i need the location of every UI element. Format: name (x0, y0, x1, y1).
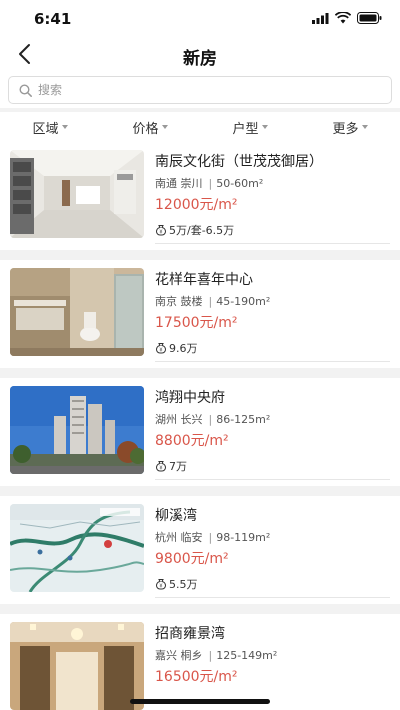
meta-separator: | (208, 413, 213, 426)
listing-district: 临安 (180, 531, 203, 544)
meta-separator: | (208, 295, 213, 308)
filter-more[interactable]: 更多 (300, 112, 400, 142)
divider (155, 361, 390, 362)
listing-price: 9800元/m² (155, 551, 229, 567)
listing-price: 17500元/m² (155, 315, 238, 331)
listing-district: 鼓楼 (180, 295, 203, 308)
filter-area[interactable]: 区域 (0, 112, 100, 142)
status-time: 6:41 (34, 10, 72, 28)
listing-card[interactable]: 鸿翔中央府 湖州 长兴 | 86-125m² 8800元/m² ¥ 7万 (0, 378, 400, 486)
listing-area: 45-190m² (216, 295, 271, 308)
divider (155, 243, 390, 244)
listing-price: 16500元/m² (155, 669, 238, 685)
listing-city: 杭州 (155, 531, 177, 544)
listing-meta: 南通 崇川 | 50-60m² (155, 175, 263, 191)
listing-total-row: ¥ 7万 (155, 458, 187, 474)
page-title: 新房 (183, 49, 217, 69)
listing-name: 花样年喜年中心 (155, 272, 253, 288)
status-icons (312, 12, 382, 24)
listing-district: 崇川 (180, 177, 203, 190)
listing-price: 8800元/m² (155, 433, 229, 449)
listing-photo-interior-hall (10, 150, 144, 238)
meta-separator: | (208, 531, 213, 544)
listing-price: 12000元/m² (155, 197, 238, 213)
caret-down-icon (161, 125, 168, 129)
listing-name: 鸿翔中央府 (155, 390, 225, 406)
listing-total: 5.5万 (169, 578, 198, 591)
filter-price-label: 价格 (132, 121, 159, 137)
search-icon (19, 83, 32, 97)
wifi-icon (335, 12, 351, 24)
listing-total-row: ¥ 5.5万 (155, 576, 198, 592)
signal-icon (312, 12, 329, 24)
listing-meta: 嘉兴 桐乡 | 125-149m² (155, 647, 277, 663)
listing-photo-towers (10, 386, 144, 474)
listing-district: 桐乡 (180, 649, 203, 662)
svg-text:¥: ¥ (159, 465, 162, 471)
money-bag-icon: ¥ (155, 461, 167, 472)
listing-photo-lobby (10, 622, 144, 710)
listing-meta: 南京 鼓楼 | 45-190m² (155, 293, 270, 309)
filter-bar: 区域 价格 户型 更多 (0, 112, 400, 142)
listing-total-row: ¥ 9.6万 (155, 340, 198, 356)
money-bag-icon: ¥ (155, 343, 167, 354)
listing-meta: 杭州 临安 | 98-119m² (155, 529, 270, 545)
filter-layout[interactable]: 户型 (200, 112, 300, 142)
listing-name: 柳溪湾 (155, 508, 197, 524)
listing-card[interactable]: 南辰文化街（世茂茂御居） 南通 崇川 | 50-60m² 12000元/m² ¥ 5… (0, 142, 400, 250)
search-bar (0, 72, 400, 108)
caret-down-icon (361, 125, 368, 129)
filter-more-label: 更多 (332, 121, 359, 137)
caret-down-icon (61, 125, 68, 129)
listing-total-row: ¥ 5万/套-6.5万 (155, 222, 234, 238)
filter-layout-label: 户型 (232, 121, 259, 137)
listing-area: 86-125m² (216, 413, 271, 426)
listing-name: 南辰文化街（世茂茂御居） (155, 154, 323, 170)
status-bar: 6:41 (0, 0, 400, 36)
listing-city: 嘉兴 (155, 649, 177, 662)
money-bag-icon: ¥ (155, 225, 167, 236)
search-input[interactable] (38, 83, 368, 97)
listing-meta: 湖州 长兴 | 86-125m² (155, 411, 270, 427)
meta-separator: | (208, 177, 213, 190)
filter-price[interactable]: 价格 (100, 112, 200, 142)
listing-photo-map (10, 504, 144, 592)
caret-down-icon (261, 125, 268, 129)
svg-text:¥: ¥ (159, 229, 162, 235)
listing-city: 南京 (155, 295, 177, 308)
home-indicator (130, 699, 270, 704)
listing-city: 湖州 (155, 413, 177, 426)
filter-area-label: 区域 (32, 121, 59, 137)
listing-photo-bathroom (10, 268, 144, 356)
listing-total: 7万 (169, 460, 187, 473)
listing-city: 南通 (155, 177, 177, 190)
battery-icon (357, 12, 382, 24)
divider (155, 597, 390, 598)
svg-text:¥: ¥ (159, 347, 162, 353)
listing-total: 9.6万 (169, 342, 198, 355)
nav-bar: 新房 (0, 36, 400, 72)
listing-district: 长兴 (180, 413, 203, 426)
listing-area: 50-60m² (216, 177, 264, 190)
search-box[interactable] (8, 76, 392, 104)
listing-total: 5万/套-6.5万 (169, 224, 235, 237)
listing-card[interactable]: 招商雍景湾 嘉兴 桐乡 | 125-149m² 16500元/m² (0, 614, 400, 710)
listing-area: 125-149m² (216, 649, 278, 662)
listing-card[interactable]: 花样年喜年中心 南京 鼓楼 | 45-190m² 17500元/m² ¥ 9.6万 (0, 260, 400, 368)
svg-text:¥: ¥ (159, 583, 162, 589)
divider (155, 479, 390, 480)
money-bag-icon: ¥ (155, 579, 167, 590)
listing-name: 招商雍景湾 (155, 626, 225, 642)
listing-area: 98-119m² (216, 531, 271, 544)
meta-separator: | (208, 649, 213, 662)
listing-card[interactable]: 柳溪湾 杭州 临安 | 98-119m² 9800元/m² ¥ 5.5万 (0, 496, 400, 604)
